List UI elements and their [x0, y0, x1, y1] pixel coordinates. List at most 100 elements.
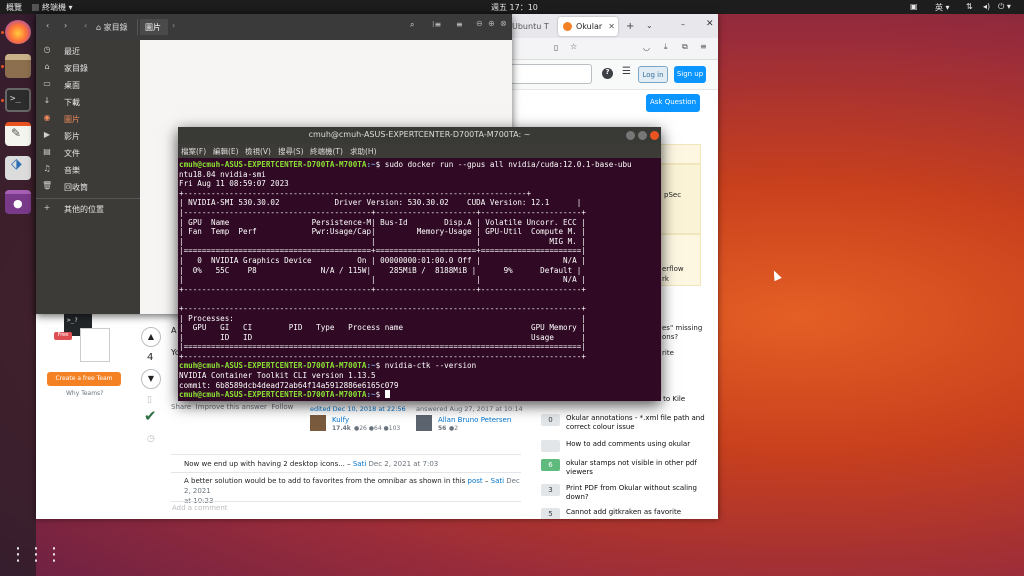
clock[interactable]: 週五 17：10: [491, 2, 538, 13]
author-name[interactable]: Allan Bruno Petersen: [438, 416, 511, 424]
related-question-fragment[interactable]: ons?: [662, 333, 678, 341]
bookmark-icon[interactable]: ▯: [147, 395, 152, 405]
log-in-button[interactable]: Log in: [638, 66, 668, 83]
close-window-icon[interactable]: ✕: [706, 19, 714, 29]
help-icon[interactable]: ?: [602, 68, 613, 79]
forward-icon[interactable]: ›: [64, 21, 67, 30]
related-question-title[interactable]: Print PDF from Okular without scaling do…: [566, 484, 708, 502]
terminal-icon[interactable]: >_: [5, 88, 31, 112]
extensions-icon[interactable]: ⧉: [682, 42, 688, 52]
menu-terminal[interactable]: 終端機(T): [310, 146, 343, 157]
path-current-button[interactable]: 圖片: [140, 19, 168, 35]
video-icon: ▶: [43, 130, 51, 139]
menu-help[interactable]: 求助(H): [350, 146, 377, 157]
files-icon[interactable]: [5, 54, 31, 78]
comment-post-link[interactable]: post: [468, 477, 483, 485]
minimize-icon[interactable]: –: [681, 20, 685, 29]
show-applications-icon[interactable]: ⋮⋮⋮: [9, 546, 63, 565]
software-center-icon[interactable]: ⬗: [5, 156, 31, 180]
author-avatar[interactable]: [416, 415, 432, 431]
sidebar-item-trash[interactable]: 🗑 回收筒: [36, 178, 140, 195]
maximize-icon[interactable]: ⊕: [488, 19, 495, 28]
network-icon[interactable]: ⇅: [966, 2, 973, 11]
camera-indicator-icon[interactable]: ▣: [910, 2, 918, 11]
related-question-title[interactable]: Okular annotations - *.xml file path and…: [566, 414, 708, 432]
power-icon[interactable]: ⏻ ▾: [998, 2, 1011, 12]
path-left-arrow-icon[interactable]: ‹: [84, 21, 87, 30]
menu-icon[interactable]: ≡: [456, 20, 463, 29]
related-question[interactable]: 6 okular stamps not visible in other pdf…: [541, 457, 711, 483]
sidebar-item-music[interactable]: ♫ 音樂: [36, 161, 140, 178]
minimize-icon[interactable]: [626, 131, 635, 140]
related-question-title[interactable]: okular stamps not visible in other pdf v…: [566, 459, 708, 477]
path-home-button[interactable]: ⌂ 家目錄: [94, 19, 138, 35]
activities-button[interactable]: 概覽: [6, 2, 22, 13]
related-question[interactable]: 0 Okular annotations - *.xml file path a…: [541, 412, 711, 438]
edited-timestamp[interactable]: edited Dec 10, 2018 at 22:56: [310, 405, 406, 413]
sidebar-item-other-locations[interactable]: + 其他的位置: [36, 200, 140, 217]
related-question-fragment[interactable]: es" missing: [662, 324, 702, 332]
close-tab-icon[interactable]: ✕: [608, 22, 615, 31]
page-action-icon[interactable]: ▯: [554, 43, 558, 52]
terminal-output[interactable]: cmuh@cmuh-ASUS-EXPERTCENTER-D700TA-M700T…: [178, 158, 661, 401]
site-search-input[interactable]: [510, 64, 592, 84]
sidebar-item-downloads[interactable]: ↓ 下載: [36, 93, 140, 110]
related-question[interactable]: 3 Print PDF from Okular without scaling …: [541, 482, 711, 508]
related-question-fragment[interactable]: rite: [662, 349, 674, 357]
related-question[interactable]: 5 Cannot add gitkraken as favorite: [541, 506, 711, 519]
close-icon[interactable]: ⊗: [500, 19, 507, 28]
close-icon[interactable]: [650, 131, 659, 140]
desktop-icon: ▭: [43, 79, 51, 88]
site-switcher-icon[interactable]: ☰: [622, 66, 631, 77]
text-editor-icon[interactable]: ✎: [5, 122, 31, 146]
downloads-icon[interactable]: ⤓: [664, 42, 668, 52]
sidebar-item-videos[interactable]: ▶ 影片: [36, 127, 140, 144]
sidebar-item-desktop[interactable]: ▭ 桌面: [36, 76, 140, 93]
back-icon[interactable]: ‹: [46, 21, 49, 30]
menu-view[interactable]: 檢視(V): [245, 146, 271, 157]
related-question-title[interactable]: Cannot add gitkraken as favorite: [566, 508, 708, 517]
tab-ubuntu[interactable]: Ubuntu T: [506, 17, 554, 36]
history-icon[interactable]: ◷: [147, 434, 155, 444]
sidebar-item-recent[interactable]: ◷ 最近: [36, 42, 140, 59]
why-teams-link[interactable]: Why Teams?: [66, 390, 103, 397]
author-reputation: 56: [438, 425, 447, 432]
upvote-button[interactable]: ▲: [141, 327, 161, 347]
add-comment-link[interactable]: Add a comment: [172, 504, 228, 512]
firefox-icon[interactable]: [5, 20, 31, 44]
menu-file[interactable]: 檔案(F): [181, 146, 206, 157]
ask-question-button[interactable]: Ask Question: [646, 94, 700, 112]
answer-action-links[interactable]: Share Improve this answer Follow: [171, 403, 293, 411]
minimize-icon[interactable]: ⊖: [476, 19, 483, 28]
sign-up-button[interactable]: Sign up: [674, 66, 706, 83]
menu-icon[interactable]: ≡: [700, 42, 707, 51]
sidebar-item-home[interactable]: ⌂ 家目錄: [36, 59, 140, 76]
editor-name[interactable]: Kulfy: [332, 416, 349, 424]
create-free-team-button[interactable]: Create a free Team: [47, 372, 121, 386]
comment-user-link[interactable]: Sati: [491, 477, 504, 485]
tab-okular[interactable]: Okular ✕: [558, 17, 618, 36]
new-tab-icon[interactable]: +: [626, 21, 634, 32]
app-menu[interactable]: 終端機 ▾: [32, 2, 73, 13]
menu-edit[interactable]: 編輯(E): [213, 146, 239, 157]
input-method-indicator[interactable]: 英 ▾: [935, 2, 950, 13]
editor-avatar[interactable]: [310, 415, 326, 431]
menu-search[interactable]: 搜尋(S): [278, 146, 304, 157]
bookmark-star-icon[interactable]: ☆: [570, 42, 577, 51]
related-question-title[interactable]: How to add comments using okular: [566, 440, 708, 449]
video-player-icon[interactable]: ●: [5, 190, 31, 214]
pocket-icon[interactable]: ◡: [643, 43, 650, 52]
volume-icon[interactable]: ◂): [983, 2, 990, 11]
tab-list-icon[interactable]: ⌄: [646, 21, 653, 30]
view-options-icon[interactable]: ⁝≡: [432, 20, 441, 29]
maximize-icon[interactable]: [638, 131, 647, 140]
path-right-arrow-icon[interactable]: ›: [172, 21, 175, 30]
comments-divider: [171, 501, 521, 502]
sidebar-item-documents[interactable]: ▤ 文件: [36, 144, 140, 161]
search-icon[interactable]: ⌕: [410, 20, 414, 30]
sidebar-item-pictures[interactable]: ◉ 圖片: [36, 110, 140, 127]
music-icon: ♫: [43, 164, 51, 173]
files-sidebar: ◷ 最近 ⌂ 家目錄 ▭ 桌面 ↓ 下載 ◉ 圖片 ▶ 影片 ▤ 文件 ♫ 音樂 🗑 回收筒 + 其…: [36, 40, 140, 314]
downvote-button[interactable]: ▼: [141, 369, 161, 389]
comment-user-link[interactable]: Sati: [353, 460, 366, 468]
